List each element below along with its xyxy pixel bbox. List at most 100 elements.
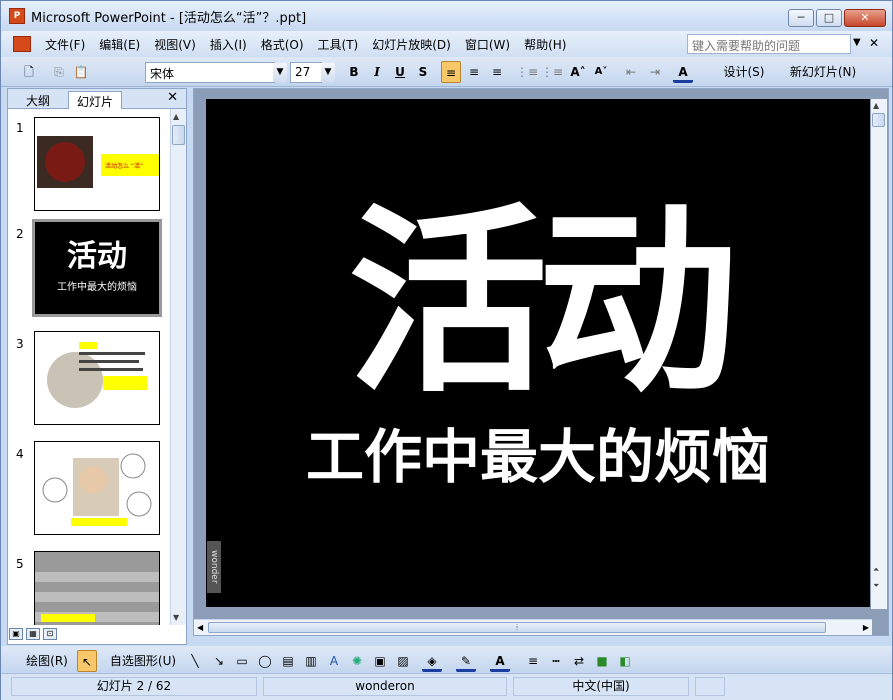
italic-button[interactable]: I	[367, 61, 387, 83]
clipart-icon[interactable]: ▣	[370, 650, 390, 672]
editor-horizontal-scrollbar[interactable]: ◀ ⦙ ▶	[194, 619, 872, 635]
menu-slideshow[interactable]: 幻灯片放映(D)	[372, 36, 451, 53]
wonder-watermark: wonder	[207, 541, 221, 593]
bulleted-list-icon[interactable]: ⋮≡	[541, 61, 563, 83]
menu-format[interactable]: 格式(O)	[261, 36, 304, 53]
bold-button[interactable]: B	[344, 61, 364, 83]
3d-style-icon[interactable]: ◧	[615, 650, 635, 672]
close-button[interactable]: ✕	[844, 9, 886, 27]
increase-font-icon[interactable]: A˄	[568, 61, 588, 83]
scroll-thumb[interactable]	[172, 125, 185, 145]
powerpoint-icon[interactable]: P	[9, 8, 25, 24]
align-right-button[interactable]: ≡	[487, 61, 507, 83]
menu-bar: 文件(F) 编辑(E) 视图(V) 插入(I) 格式(O) 工具(T) 幻灯片放…	[1, 31, 892, 57]
design-button[interactable]: 设计(S)	[713, 61, 775, 83]
select-arrow-icon[interactable]: ↖	[77, 650, 97, 672]
align-center-button[interactable]: ≡	[464, 61, 484, 83]
slide-thumbnail-2[interactable]: 活动 工作中最大的烦恼	[32, 219, 162, 317]
scroll-down-icon[interactable]: ▼	[173, 613, 179, 622]
font-size-select[interactable]: 27	[290, 62, 322, 83]
decrease-font-icon[interactable]: A˅	[591, 61, 611, 83]
scroll-right-icon[interactable]: ▶	[863, 623, 869, 632]
align-left-button[interactable]: ≡	[441, 61, 461, 83]
minimize-button[interactable]: ─	[788, 9, 814, 27]
line-style-icon[interactable]: ≡	[523, 650, 543, 672]
line-color-icon[interactable]: ✎	[456, 650, 476, 672]
menu-window[interactable]: 窗口(W)	[465, 36, 510, 53]
slideshow-icon[interactable]: ⊡	[43, 628, 57, 640]
close-icon[interactable]: ✕	[869, 36, 879, 50]
tab-outline[interactable]: 大纲	[18, 91, 58, 109]
menu-view[interactable]: 视图(V)	[154, 36, 196, 53]
fill-color-icon[interactable]: ◈	[422, 650, 442, 672]
slide-editor: 活动 工作中最大的烦恼 wonder ▲ ⏶ ⏷ ◀ ⦙ ▶	[193, 88, 889, 636]
arrow-style-icon[interactable]: ⇄	[569, 650, 589, 672]
slide-subtitle[interactable]: 工作中最大的烦恼	[206, 424, 870, 490]
dash-style-icon[interactable]: ┅	[546, 650, 566, 672]
scroll-up-icon[interactable]: ▲	[173, 112, 179, 121]
oval-icon[interactable]: ◯	[255, 650, 275, 672]
previous-slide-icon[interactable]: ⏶	[873, 565, 879, 575]
rectangle-icon[interactable]: ▭	[232, 650, 252, 672]
picture-icon[interactable]: ▨	[393, 650, 413, 672]
current-slide[interactable]: 活动 工作中最大的烦恼 wonder	[206, 99, 870, 607]
scroll-thumb[interactable]: ⦙	[208, 622, 826, 633]
line-icon[interactable]: ╲	[185, 650, 205, 672]
formatting-toolbar: 🗋 ⎘ 📋 宋体 ▼ 27 ▼ B I U S ≡ ≡ ≡ ⋮≡ ⋮≡ A˄ A…	[1, 57, 892, 87]
chevron-down-icon[interactable]: ▼	[853, 37, 861, 48]
menu-edit[interactable]: 编辑(E)	[99, 36, 140, 53]
svg-text:活动怎么 “活”: 活动怎么 “活”	[105, 162, 143, 170]
thumbnail-scrollbar[interactable]: ▲ ▼	[170, 109, 186, 625]
editor-vertical-scrollbar[interactable]: ▲ ⏶ ⏷	[871, 99, 887, 609]
document-icon[interactable]	[13, 36, 31, 52]
next-slide-icon[interactable]: ⏷	[873, 581, 879, 591]
drawing-toolbar: 绘图(R) ↖ 自选图形(U) ╲ ↘ ▭ ◯ ▤ ▥ A ✺ ▣ ▨ ◈ ✎ …	[1, 646, 892, 672]
shadow-style-icon[interactable]: ■	[592, 650, 612, 672]
font-family-select[interactable]: 宋体	[145, 62, 275, 83]
numbered-list-icon[interactable]: ⋮≡	[516, 61, 538, 83]
tab-slides[interactable]: 幻灯片	[68, 91, 123, 109]
increase-indent-icon[interactable]: ⇥	[645, 61, 665, 83]
slide-thumbnail-5[interactable]	[34, 551, 160, 625]
view-switcher: ▣ ▦ ⊡	[9, 628, 57, 640]
status-cell-empty	[695, 677, 725, 696]
menu-tools[interactable]: 工具(T)	[318, 36, 359, 53]
slide-title[interactable]: 活动	[206, 199, 870, 409]
thumb-title: 活动	[67, 239, 127, 274]
menu-insert[interactable]: 插入(I)	[210, 36, 247, 53]
new-document-icon[interactable]: 🗋	[19, 61, 39, 83]
copy-icon[interactable]: ⎘	[49, 61, 69, 83]
paste-icon[interactable]: 📋	[71, 61, 91, 83]
menu-file[interactable]: 文件(F)	[45, 36, 85, 53]
slide-thumbnail-4[interactable]	[34, 441, 160, 535]
wordart-icon[interactable]: A	[324, 650, 344, 672]
underline-button[interactable]: U	[390, 61, 410, 83]
scroll-left-icon[interactable]: ◀	[197, 623, 203, 632]
diagram-icon[interactable]: ✺	[347, 650, 367, 672]
scroll-thumb[interactable]	[872, 113, 885, 127]
help-search-input[interactable]: 键入需要帮助的问题	[687, 34, 851, 54]
font-color-icon[interactable]: A	[490, 650, 510, 672]
vertical-textbox-icon[interactable]: ▥	[301, 650, 321, 672]
scroll-up-icon[interactable]: ▲	[873, 101, 879, 110]
font-family-dropdown[interactable]: ▼	[273, 63, 287, 82]
maximize-button[interactable]: □	[816, 9, 842, 27]
font-size-dropdown[interactable]: ▼	[321, 63, 335, 82]
shadow-button[interactable]: S	[413, 61, 433, 83]
slide-thumbnail-3[interactable]	[34, 331, 160, 425]
decrease-indent-icon[interactable]: ⇤	[621, 61, 641, 83]
slide-sorter-icon[interactable]: ▦	[26, 628, 40, 640]
draw-menu-button[interactable]: 绘图(R)	[19, 650, 75, 672]
autoshapes-button[interactable]: 自选图形(U)	[105, 650, 181, 672]
textbox-icon[interactable]: ▤	[278, 650, 298, 672]
normal-view-icon[interactable]: ▣	[9, 628, 23, 640]
slide-number: 1	[16, 121, 24, 135]
close-icon[interactable]: ✕	[167, 90, 178, 105]
language-indicator: 中文(中国)	[513, 677, 689, 696]
powerpoint-window: P Microsoft PowerPoint - [活动怎么“活”？.ppt] …	[0, 0, 893, 700]
menu-help[interactable]: 帮助(H)	[524, 36, 566, 53]
slide-thumbnail-1[interactable]: 活动怎么 “活”	[34, 117, 160, 211]
new-slide-button[interactable]: 新幻灯片(N)	[779, 61, 867, 83]
arrow-icon[interactable]: ↘	[209, 650, 229, 672]
font-color-icon[interactable]: A	[673, 61, 693, 83]
